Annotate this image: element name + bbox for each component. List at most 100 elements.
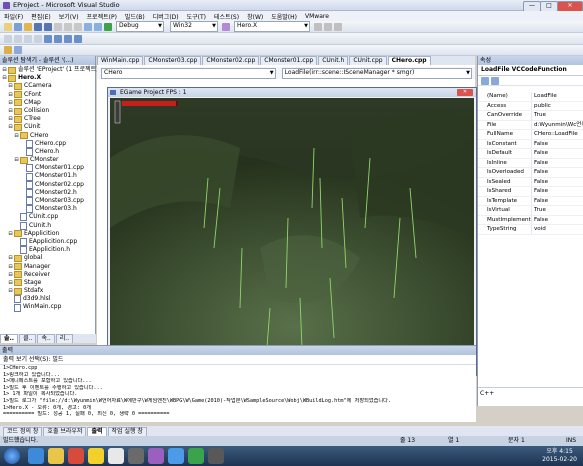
property-row[interactable]: IsSealed False	[478, 177, 583, 187]
expand-toggle-icon[interactable]: ⊟	[8, 263, 13, 271]
tree-item[interactable]: ⊟ CMonster	[0, 156, 95, 164]
tree-item[interactable]: ⊟ CTree	[0, 115, 95, 123]
kakaotalk-icon[interactable]	[88, 448, 104, 464]
method-combo[interactable]: LoadFile(irr::scene::ISceneManager * smg…	[281, 67, 472, 79]
add-item-icon[interactable]	[14, 22, 22, 31]
menu-test[interactable]: 테스트(S)	[214, 12, 239, 21]
expand-toggle-icon[interactable]: ⊟	[14, 156, 19, 164]
expand-toggle-icon[interactable]: ⊟	[8, 271, 13, 279]
property-row[interactable]: TypeString void	[478, 225, 583, 235]
property-row[interactable]: Access public	[478, 101, 583, 111]
search-icon[interactable]	[314, 22, 322, 31]
tree-item[interactable]: CMonster02.cpp	[0, 181, 95, 189]
expand-toggle-icon[interactable]: ⊟	[8, 254, 13, 262]
expand-toggle-icon[interactable]: ⊟	[8, 287, 13, 295]
property-value[interactable]: True	[531, 111, 583, 120]
media-player-icon[interactable]	[68, 448, 84, 464]
prev-bookmark-icon[interactable]	[54, 34, 62, 43]
property-value[interactable]: CHero::LoadFile	[531, 130, 583, 139]
expand-toggle-icon[interactable]: ⊟	[8, 99, 13, 107]
app-icon[interactable]	[128, 448, 144, 464]
menu-file[interactable]: 파일(F)	[4, 12, 23, 21]
property-row[interactable]: IsShared False	[478, 187, 583, 197]
tab-cunit-cpp[interactable]: CUnit.cpp	[349, 56, 387, 65]
tree-item[interactable]: CHero.h	[0, 148, 95, 156]
explorer-folder-icon[interactable]	[48, 448, 64, 464]
expand-toggle-icon[interactable]: ⊟	[2, 66, 7, 74]
expand-toggle-icon[interactable]: ⊟	[8, 107, 13, 115]
tree-item[interactable]: ⊟ Receiver	[0, 271, 95, 279]
cut-icon[interactable]	[54, 22, 62, 31]
start-debug-icon[interactable]	[104, 22, 112, 31]
redo-icon[interactable]	[94, 22, 102, 31]
menu-build[interactable]: 빌드(B)	[125, 12, 145, 21]
clear-bookmark-icon[interactable]	[74, 34, 82, 43]
property-value[interactable]: False	[531, 196, 583, 205]
visual-studio-taskbar-icon[interactable]	[148, 448, 164, 464]
internet-explorer-icon[interactable]	[28, 448, 44, 464]
expand-toggle-icon[interactable]: ⊟	[2, 74, 7, 82]
tree-item[interactable]: ⊟ Hero.X	[0, 74, 95, 82]
menu-help[interactable]: 도움말(H)	[271, 12, 297, 21]
menu-tools[interactable]: 도구(T)	[187, 12, 206, 21]
tree-item[interactable]: ⊟ global	[0, 254, 95, 262]
tab-property[interactable]: 속..	[37, 334, 55, 343]
expand-toggle-icon[interactable]: ⊟	[8, 123, 13, 131]
property-value[interactable]: False	[531, 139, 583, 148]
uncomment-icon[interactable]	[34, 34, 42, 43]
expand-toggle-icon[interactable]: ⊟	[14, 132, 19, 140]
tree-item[interactable]: ⊟ Manager	[0, 263, 95, 271]
tree-item[interactable]: ⊟ 솔루션 'EProject' (1 프로젝트)	[0, 66, 98, 74]
tree-item[interactable]: ⊟ CMap	[0, 99, 95, 107]
tree-item[interactable]: CMonster01.h	[0, 172, 95, 181]
config-combo[interactable]: Debug ▼	[116, 21, 164, 32]
property-value[interactable]: LoadFile	[531, 92, 583, 101]
property-row[interactable]: MustImplement False	[478, 215, 583, 225]
output-source-select[interactable]: 출력 보기 선택(S): 빌드	[0, 355, 476, 365]
expand-toggle-icon[interactable]: ⊟	[8, 82, 13, 90]
property-row[interactable]: File d:Wyunmin\Wc언어	[478, 120, 583, 130]
tree-item[interactable]: ⊟ CFont	[0, 91, 95, 99]
tree-item[interactable]: d3d9.hlsl	[0, 295, 95, 304]
property-row[interactable]: FullName CHero::LoadFile	[478, 130, 583, 140]
tab-chero-cpp[interactable]: CHero.cpp	[387, 56, 431, 65]
tree-item[interactable]: ⊟ CUnit	[0, 123, 95, 131]
start-button[interactable]	[4, 448, 20, 464]
tab-solution[interactable]: 솔..	[0, 334, 19, 343]
new-project-icon[interactable]	[4, 22, 12, 31]
tab-resource[interactable]: 리..	[55, 334, 74, 343]
bookmark-icon[interactable]	[44, 34, 52, 43]
app3-icon[interactable]	[208, 448, 224, 464]
property-row[interactable]: IsOverloaded False	[478, 168, 583, 178]
expand-toggle-icon[interactable]: ⊟	[8, 115, 13, 123]
game-close-button[interactable]: ✕	[457, 89, 473, 96]
property-row[interactable]: IsTemplate False	[478, 196, 583, 206]
game-taskbar-icon[interactable]	[168, 448, 184, 464]
properties-icon[interactable]	[324, 22, 332, 31]
property-value[interactable]: False	[531, 215, 583, 224]
property-value[interactable]: False	[531, 187, 583, 196]
tree-item[interactable]: ⊟ EApplicition	[0, 230, 95, 238]
property-value[interactable]: False	[531, 149, 583, 158]
property-value[interactable]: public	[531, 101, 583, 110]
tree-item[interactable]: ⊟ Stage	[0, 279, 95, 287]
undo-icon[interactable]	[84, 22, 92, 31]
clock[interactable]: 오후 4:15 2015-02-20	[542, 448, 577, 464]
class-combo[interactable]: CHero ▼	[101, 67, 276, 79]
tab-call-browser[interactable]: 호출 브라우저	[43, 426, 87, 436]
tree-item[interactable]: CUnit.cpp	[0, 213, 95, 222]
property-row[interactable]: IsConstant False	[478, 139, 583, 149]
property-value[interactable]: True	[531, 206, 583, 215]
object-browser-icon[interactable]	[14, 46, 22, 54]
tab-cunit-h[interactable]: CUnit.h	[318, 56, 349, 65]
tree-item[interactable]: CMonster01.cpp	[0, 164, 95, 173]
tab-task-list[interactable]: 작업 실행 창	[107, 426, 147, 436]
tab-cmonster03[interactable]: CMonster03.cpp	[144, 56, 202, 65]
tree-item[interactable]: EApplicition.cpp	[0, 238, 95, 247]
game-viewport[interactable]	[110, 98, 474, 374]
tree-item[interactable]: CMonster03.cpp	[0, 197, 95, 206]
tab-code-definition[interactable]: 코드 정의 창	[3, 426, 43, 436]
save-icon[interactable]	[34, 22, 42, 31]
property-row[interactable]: CanOverride True	[478, 111, 583, 121]
outdent-icon[interactable]	[14, 34, 22, 43]
